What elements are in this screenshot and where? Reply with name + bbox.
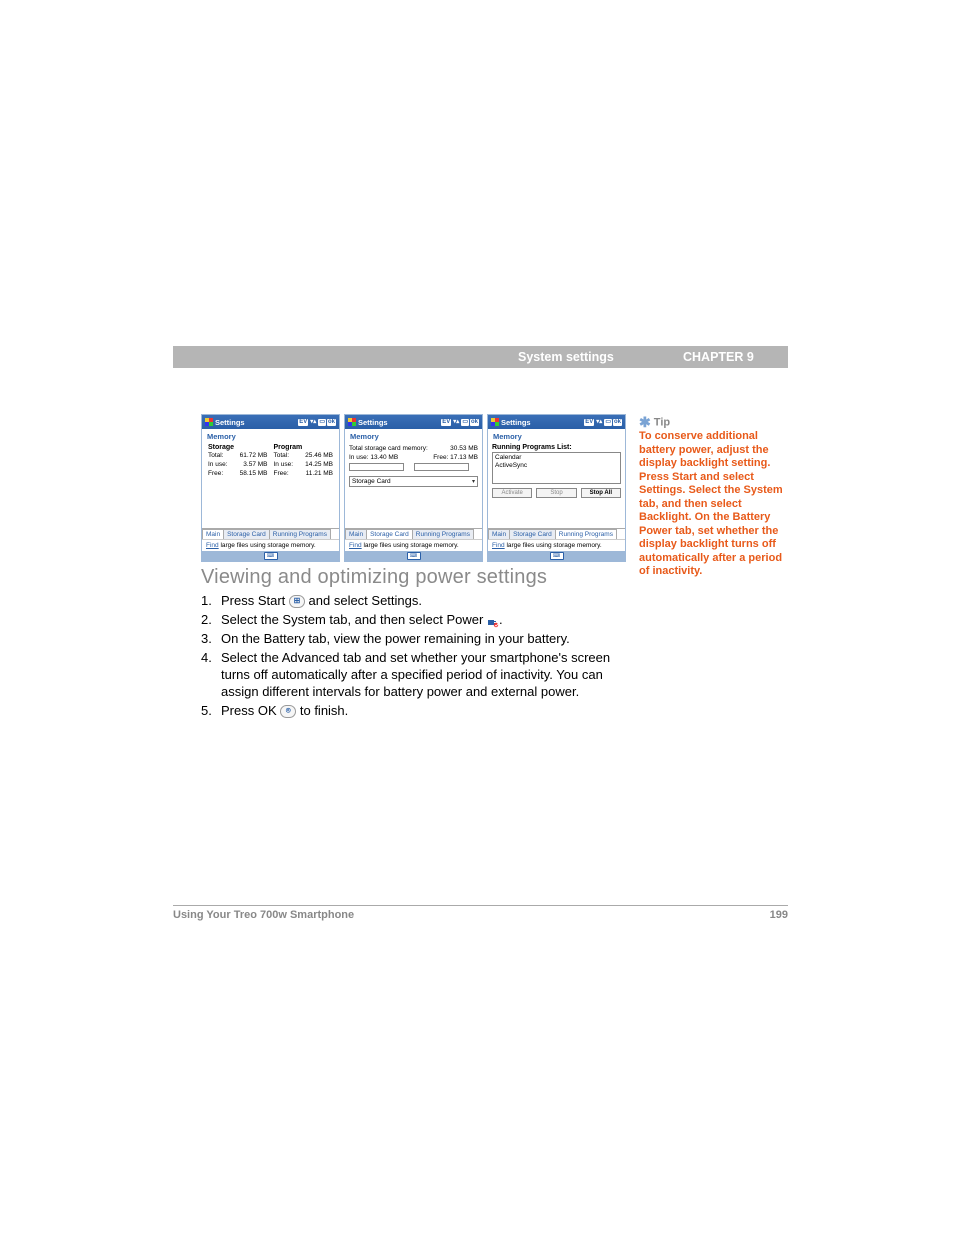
keyboard-icon[interactable] [264, 552, 278, 560]
tip-callout: ✱ Tip To conserve additional battery pow… [639, 416, 789, 579]
screen-subtitle: Memory [345, 429, 482, 444]
tab-main[interactable]: Main [202, 529, 224, 539]
tab-running-programs[interactable]: Running Programs [412, 529, 474, 539]
sc-total-label: Total storage card memory: [349, 445, 428, 452]
program-free: 11.21 MB [306, 469, 333, 478]
tab-storage-card[interactable]: Storage Card [509, 529, 556, 539]
sc-inuse-value: 13.40 MB [370, 454, 398, 461]
tab-storage-card[interactable]: Storage Card [223, 529, 270, 539]
start-flag-icon [348, 418, 356, 426]
screen-subtitle: Memory [202, 429, 339, 444]
tab-running-programs[interactable]: Running Programs [555, 529, 617, 539]
phone-tabs: Main Storage Card Running Programs [202, 528, 339, 539]
phone-tabs: Main Storage Card Running Programs [488, 528, 625, 539]
step-item: 5. Press OK ⌾ to finish. [201, 702, 615, 719]
phone-titlebar: Settings EV ▾▴ ▭ ok [345, 415, 482, 429]
start-flag-icon [491, 418, 499, 426]
ev-icon: EV [298, 419, 308, 426]
program-heading: Program [274, 444, 334, 451]
titlebar-text: Settings [501, 418, 531, 427]
battery-icon: ▭ [604, 419, 612, 426]
screenshot-memory-main: Settings EV ▾▴ ▭ ok Memory Storage Total… [201, 414, 340, 562]
phone-softkey-bar [202, 551, 339, 561]
storage-inuse: 3.57 MB [243, 460, 267, 469]
program-inuse: 14.25 MB [305, 460, 333, 469]
phone-softkey-bar [345, 551, 482, 561]
ok-icon: ok [470, 419, 479, 426]
page-footer: Using Your Treo 700w Smartphone 199 [173, 905, 788, 921]
tip-asterisk-icon: ✱ [639, 414, 651, 430]
stop-all-button[interactable]: Stop All [581, 488, 621, 498]
screenshot-memory-storage-card: Settings EV ▾▴ ▭ ok Memory Total storage… [344, 414, 483, 562]
power-plug-icon [487, 615, 499, 627]
tab-main[interactable]: Main [345, 529, 367, 539]
battery-icon: ▭ [318, 419, 326, 426]
step-item: 4. Select the Advanced tab and set wheth… [201, 649, 615, 700]
tab-running-programs[interactable]: Running Programs [269, 529, 331, 539]
program-total: 25.46 MB [305, 451, 333, 460]
keyboard-icon[interactable] [407, 552, 421, 560]
screenshot-row: Settings EV ▾▴ ▭ ok Memory Storage Total… [201, 414, 626, 562]
phone-titlebar: Settings EV ▾▴ ▭ ok [202, 415, 339, 429]
signal-icon: ▾▴ [595, 419, 603, 426]
inuse-bar [349, 463, 404, 471]
phone-tabs: Main Storage Card Running Programs [345, 528, 482, 539]
ok-icon: ok [327, 419, 336, 426]
titlebar-status-icons: EV ▾▴ ▭ ok [584, 419, 622, 426]
sc-free-value: 17.13 MB [450, 454, 478, 461]
tip-label: Tip [654, 417, 670, 429]
start-key-icon: ⊞ [289, 595, 305, 608]
free-bar [414, 463, 469, 471]
footer-title: Using Your Treo 700w Smartphone [173, 909, 354, 921]
keyboard-icon[interactable] [550, 552, 564, 560]
storage-card-select[interactable]: Storage Card ▾ [349, 476, 478, 487]
step-item: 2. Select the System tab, and then selec… [201, 611, 615, 628]
storage-heading: Storage [208, 444, 268, 451]
phone-titlebar: Settings EV ▾▴ ▭ ok [488, 415, 625, 429]
titlebar-text: Settings [358, 418, 388, 427]
page-number: 199 [770, 909, 788, 921]
running-programs-list[interactable]: Calendar ActiveSync [492, 452, 621, 484]
storage-free: 58.15 MB [240, 469, 268, 478]
list-item[interactable]: Calendar [495, 454, 618, 462]
screenshot-memory-running: Settings EV ▾▴ ▭ ok Memory Running Progr… [487, 414, 626, 562]
screen-subtitle: Memory [488, 429, 625, 444]
battery-icon: ▭ [461, 419, 469, 426]
activate-button[interactable]: Activate [492, 488, 532, 498]
running-programs-heading: Running Programs List: [492, 444, 621, 452]
steps-list: 1. Press Start ⊞ and select Settings. 2.… [201, 590, 615, 719]
tip-body: To conserve additional battery power, ad… [639, 430, 789, 579]
list-item[interactable]: ActiveSync [495, 462, 618, 470]
ev-icon: EV [584, 419, 594, 426]
titlebar-status-icons: EV ▾▴ ▭ ok [298, 419, 336, 426]
chapter-header: System settings CHAPTER 9 [173, 346, 788, 368]
start-flag-icon [205, 418, 213, 426]
find-link[interactable]: Find large files using storage memory. [345, 539, 482, 551]
step-item: 3. On the Battery tab, view the power re… [201, 630, 615, 647]
ok-icon: ok [613, 419, 622, 426]
signal-icon: ▾▴ [452, 419, 460, 426]
sc-total-value: 30.53 MB [450, 445, 478, 452]
find-link[interactable]: Find large files using storage memory. [488, 539, 625, 551]
phone-softkey-bar [488, 551, 625, 561]
chevron-down-icon: ▾ [472, 478, 475, 485]
stop-button[interactable]: Stop [536, 488, 576, 498]
titlebar-text: Settings [215, 418, 245, 427]
tab-storage-card[interactable]: Storage Card [366, 529, 413, 539]
section-heading: Viewing and optimizing power settings [201, 566, 547, 589]
tab-main[interactable]: Main [488, 529, 510, 539]
find-link[interactable]: Find large files using storage memory. [202, 539, 339, 551]
header-section: System settings [518, 350, 614, 364]
header-chapter: CHAPTER 9 [683, 350, 754, 364]
step-item: 1. Press Start ⊞ and select Settings. [201, 592, 615, 609]
ev-icon: EV [441, 419, 451, 426]
storage-total: 61.72 MB [240, 451, 268, 460]
ok-key-icon: ⌾ [280, 705, 296, 718]
signal-icon: ▾▴ [309, 419, 317, 426]
titlebar-status-icons: EV ▾▴ ▭ ok [441, 419, 479, 426]
